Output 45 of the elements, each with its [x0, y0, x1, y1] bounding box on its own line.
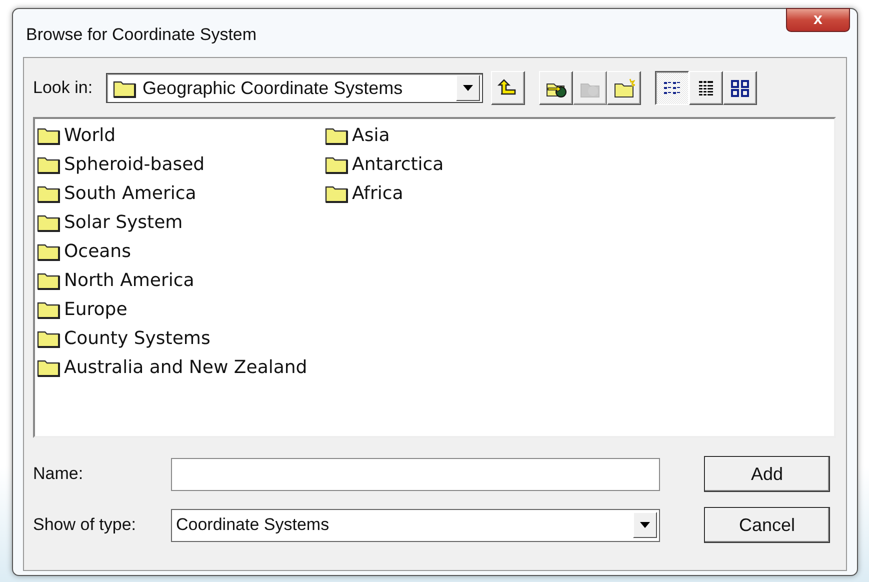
folder-name[interactable]: South America [64, 183, 196, 204]
folder-icon [37, 213, 61, 232]
folder-name[interactable]: Europe [64, 299, 128, 320]
folder-name[interactable]: Solar System [64, 212, 183, 233]
folder-icon [37, 184, 61, 203]
folder-name[interactable]: Australia and New Zealand [64, 357, 308, 378]
folder-name[interactable]: Spheroid-based [64, 154, 205, 175]
folder-name[interactable]: World [64, 125, 116, 146]
type-dropdown[interactable]: Coordinate Systems [171, 508, 660, 542]
folder-icon [37, 358, 61, 377]
folder-icon [37, 329, 61, 348]
cancel-button[interactable]: Cancel [704, 507, 830, 543]
name-field[interactable] [171, 458, 660, 490]
folder-icon [37, 126, 61, 145]
folder-icon [112, 78, 137, 98]
details-view-button[interactable] [688, 71, 723, 105]
dropdown-arrow-icon [640, 522, 650, 528]
folder-icon [37, 300, 61, 319]
new-folder-button[interactable] [606, 71, 641, 105]
up-button[interactable] [490, 71, 525, 105]
folder-icon [325, 126, 349, 145]
type-label: Show of type: [33, 515, 138, 535]
folder-icon [325, 184, 349, 203]
folder-icon [37, 155, 61, 174]
look-in-dropdown[interactable]: Geographic Coordinate Systems [106, 73, 483, 103]
icons-view-button[interactable] [722, 71, 757, 105]
connect-button[interactable] [538, 71, 573, 105]
folder-name[interactable]: Oceans [64, 241, 131, 262]
large-icons-view-icon [728, 78, 751, 98]
folder-name[interactable]: County Systems [64, 328, 210, 349]
folder-name[interactable]: Africa [352, 183, 404, 204]
window-title: Browse for Coordinate System [26, 25, 257, 45]
folder-icon [37, 271, 61, 290]
folder-name[interactable]: Antarctica [352, 154, 444, 175]
folder-name[interactable]: North America [64, 270, 194, 291]
look-in-label: Look in: [33, 78, 93, 98]
close-button[interactable]: x [786, 8, 850, 32]
folder-icon [37, 242, 61, 261]
folder-icon [325, 155, 349, 174]
folder-name[interactable]: Asia [352, 125, 390, 146]
name-label: Name: [33, 464, 84, 484]
dropdown-arrow-icon [462, 85, 473, 91]
add-button[interactable]: Add [704, 456, 830, 492]
new-folder-icon [612, 78, 635, 98]
list-view-button[interactable] [654, 71, 689, 105]
